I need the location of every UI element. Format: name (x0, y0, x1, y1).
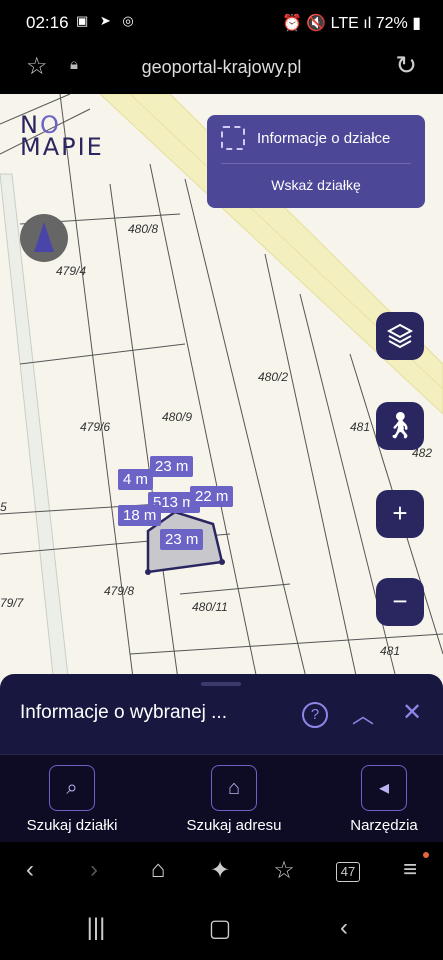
map-search-icon: ⌕ (49, 765, 95, 811)
bookmarks-icon[interactable]: ☆ (264, 856, 304, 885)
parcel-label: 480/2 (258, 370, 289, 384)
system-nav-bar: ||| ▢ ‹ (0, 902, 443, 960)
measurement-label: 23 m (160, 529, 204, 550)
chevron-up-icon[interactable]: ︿ (352, 698, 374, 730)
parcel-label: 479/6 (80, 420, 111, 434)
status-right-icons: ⏰ 🔇 LTE ıl 72% ▮ (281, 15, 421, 32)
parcel-info-title: Informacje o działce (257, 130, 391, 147)
tool-label: Szukaj działki (26, 817, 118, 834)
plus-icon: + (392, 498, 408, 528)
home-search-icon: ⌂ (211, 765, 257, 811)
measurement-label: 23 m (150, 456, 194, 477)
forward-icon[interactable]: › (74, 856, 114, 884)
parcel-select-icon (221, 126, 245, 150)
parcel-info-button[interactable]: Informacje o działce (221, 126, 421, 154)
info-bottom-sheet: Informacje o wybranej ... ? ︿ ✕ (0, 674, 443, 754)
status-bar: 02:16 ▣ ➤ ◎ ⏰ 🔇 LTE ıl 72% ▮ (0, 0, 443, 42)
reload-icon[interactable]: ↻ (395, 50, 417, 81)
tool-label: Szukaj adresu (186, 817, 282, 834)
menu-icon[interactable]: ≡ (390, 856, 430, 884)
parcel-label: 5 (0, 500, 7, 514)
browser-nav-bar: ‹ › ⌂ ✦ ☆ 47 ≡ (0, 842, 443, 902)
measurement-label: 22 m (190, 486, 234, 507)
sheet-title: Informacje o wybranej ... (20, 702, 227, 723)
parcel-label: 480/8 (128, 222, 159, 236)
close-icon[interactable]: ✕ (402, 698, 422, 727)
compass-arrow-icon (34, 222, 54, 252)
tools-bar: ⌕ Szukaj działki ⌂ Szukaj adresu ◂ Narzę… (0, 754, 443, 843)
logo-text: MAPIE (20, 133, 104, 161)
parcel-label: 480/9 (162, 410, 193, 424)
url-text[interactable]: geoportal-krajowy.pl (0, 57, 443, 78)
divider (221, 163, 411, 164)
notification-icons: ▣ ➤ ◎ (76, 13, 138, 28)
measurement-label: 18 m (118, 505, 162, 526)
parcel-label: 481 (350, 420, 371, 434)
measurement-label: 4 m (118, 469, 154, 490)
parcel-info-panel: Informacje o działce Wskaż działkę (207, 115, 425, 208)
layers-icon (386, 323, 414, 349)
street-view-button[interactable]: 🚶︎ (376, 402, 424, 450)
system-back-icon[interactable]: ‹ (324, 914, 364, 942)
zoom-in-button[interactable]: + (376, 490, 424, 538)
parcel-label: 481 (380, 644, 401, 658)
search-parcel-button[interactable]: ⌕ Szukaj działki (12, 765, 132, 834)
tool-label: Narzędzia (350, 817, 418, 834)
search-address-button[interactable]: ⌂ Szukaj adresu (174, 765, 294, 834)
browser-url-bar: ☆ 🔒︎ geoportal-krajowy.pl ↻ (0, 42, 443, 94)
app-logo: NO MAPIE (20, 113, 104, 161)
zoom-out-button[interactable]: − (376, 578, 424, 626)
home-button-icon[interactable]: ▢ (200, 914, 240, 943)
layers-button[interactable] (376, 312, 424, 360)
tools-icon: ◂ (361, 765, 407, 811)
parcel-label: 79/7 (0, 596, 24, 610)
sparkle-icon[interactable]: ✦ (200, 856, 240, 885)
tools-button[interactable]: ◂ Narzędzia (324, 765, 443, 834)
back-icon[interactable]: ‹ (10, 856, 50, 884)
tabs-counter[interactable]: 47 (336, 862, 360, 882)
parcel-label: 479/8 (104, 584, 135, 598)
point-parcel-button[interactable]: Wskaż działkę (207, 177, 425, 193)
walk-icon: 🚶︎ (383, 410, 417, 440)
recent-apps-icon[interactable]: ||| (76, 914, 116, 942)
parcel-label: 480/11 (192, 600, 228, 614)
notification-dot (423, 852, 429, 858)
home-icon[interactable]: ⌂ (138, 856, 178, 884)
map-canvas[interactable]: 480/8 479/4 480/2 480/9 479/6 481 482 5 … (0, 94, 443, 694)
help-icon[interactable]: ? (302, 702, 328, 728)
minus-icon: − (392, 586, 408, 616)
drag-handle[interactable] (201, 682, 241, 686)
status-time: 02:16 (26, 13, 69, 32)
compass-button[interactable] (20, 214, 68, 262)
parcel-label: 479/4 (56, 264, 87, 278)
